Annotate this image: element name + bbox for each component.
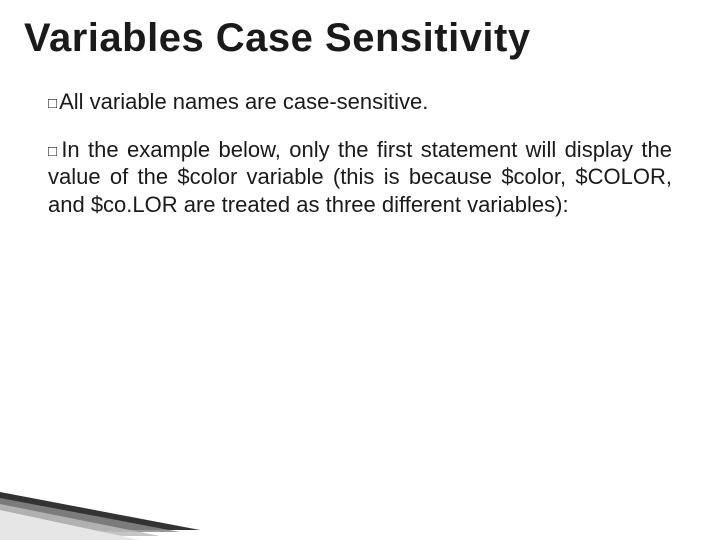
slide-title: Variables Case Sensitivity	[24, 16, 531, 61]
bullet-text: variable names are case-sensitive.	[90, 89, 429, 114]
bullet-marker-icon: □	[48, 143, 59, 160]
bullet-lead: In	[61, 137, 79, 162]
bullet-item: □In the example below, only the first st…	[48, 136, 672, 219]
corner-decoration	[0, 492, 260, 540]
bullet-item: □All variable names are case-sensitive.	[48, 88, 672, 116]
slide: Variables Case Sensitivity □All variable…	[0, 0, 720, 540]
bullet-marker-icon: □	[48, 95, 57, 112]
bullet-text: the example below, only the first statem…	[48, 137, 672, 217]
slide-body: □All variable names are case-sensitive. …	[48, 88, 672, 238]
bullet-lead: All	[59, 89, 83, 114]
